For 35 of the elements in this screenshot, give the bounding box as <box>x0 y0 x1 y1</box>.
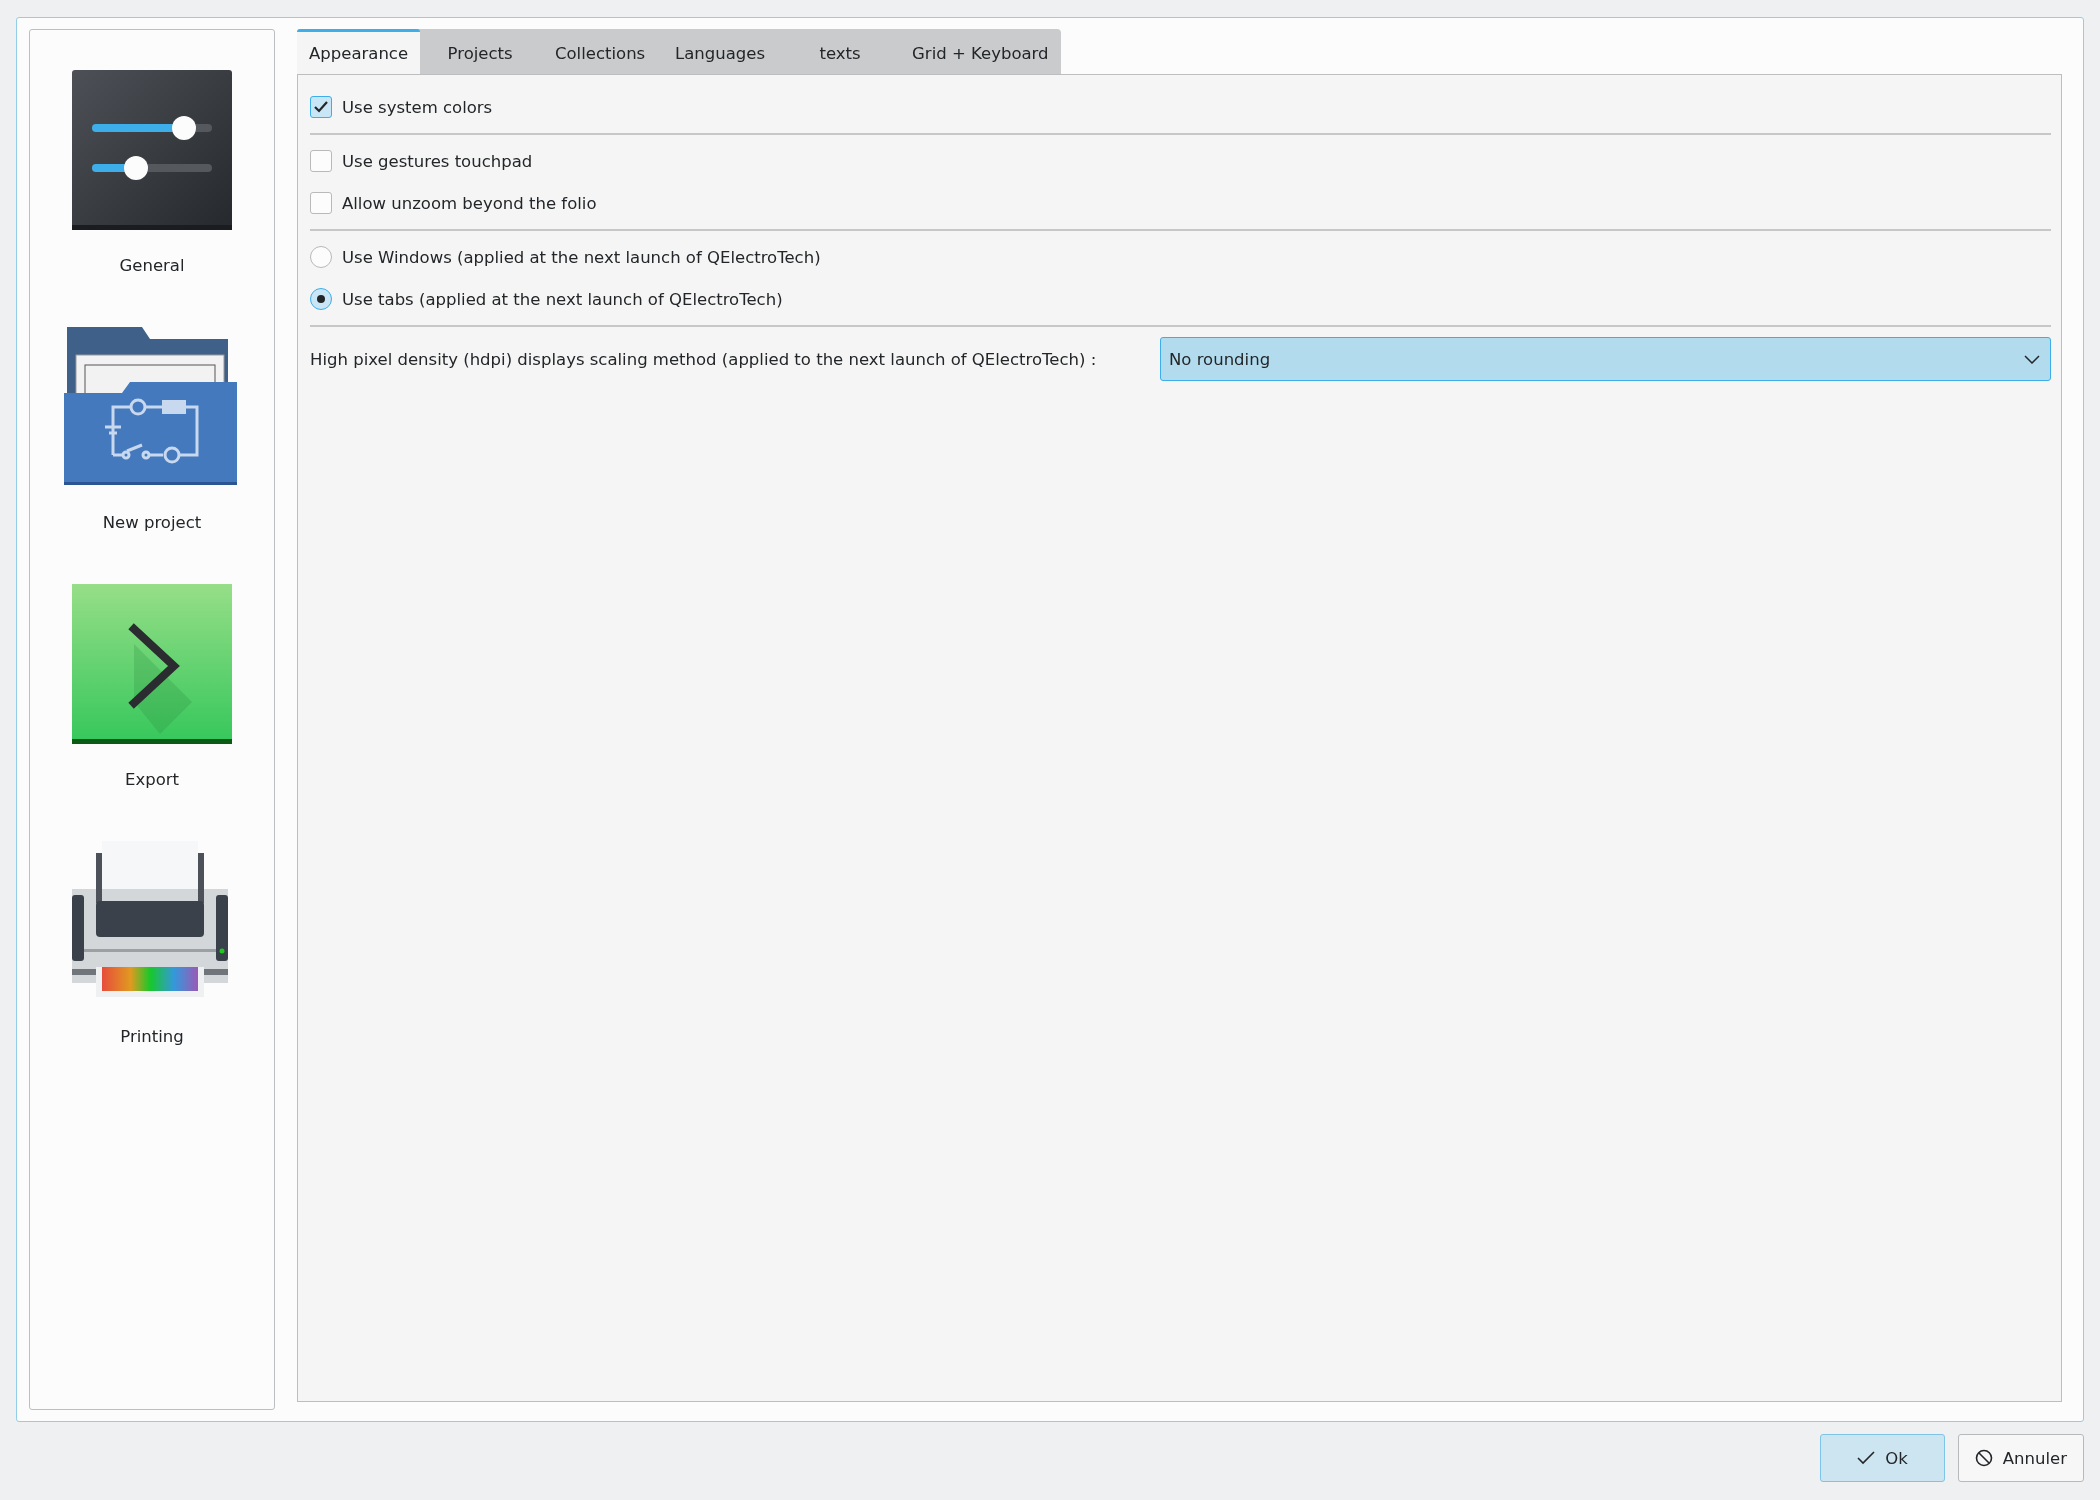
sidebar-item[interactable]: General <box>52 70 252 327</box>
sidebar-item[interactable]: Export <box>52 584 252 841</box>
checkbox-label[interactable]: Allow unzoom beyond the folio <box>342 193 597 213</box>
sidebar-label: Export <box>125 770 179 789</box>
sliders-icon <box>72 70 232 230</box>
cancel-button[interactable]: Annuler <box>1957 1434 2084 1482</box>
chevron-down-icon <box>2024 354 2040 364</box>
scaling-label: High pixel density (hdpi) displays scaling method (applied to the next launch of QElectroTech) : <box>310 349 1098 369</box>
folder-circuit-icon <box>64 327 240 487</box>
tab[interactable]: Languages <box>660 29 781 74</box>
radio-label[interactable]: Use tabs (applied at the next launch of QElectroTech) <box>342 289 783 309</box>
checkbox-label[interactable]: Use system colors <box>342 97 493 117</box>
checkbox[interactable] <box>310 96 332 118</box>
prohibited-icon <box>1974 1449 1993 1467</box>
sidebar-item[interactable]: Printing <box>52 841 252 1098</box>
sidebar-label: General <box>119 256 185 275</box>
sidebar-label: New project <box>102 513 202 532</box>
radio-label[interactable]: Use Windows (applied at the next launch of QElectroTech) <box>342 247 821 267</box>
checkmark-icon <box>1857 1451 1876 1465</box>
tab[interactable]: Grid + Keyboard <box>900 29 1061 74</box>
tab[interactable]: Appearance <box>297 29 421 74</box>
checkmark-icon <box>314 101 328 113</box>
tab[interactable]: Projects <box>420 29 541 74</box>
checkbox[interactable] <box>310 192 332 214</box>
ok-button[interactable]: Ok <box>1820 1434 1945 1482</box>
chevron-icon <box>72 584 232 744</box>
checkbox[interactable] <box>310 150 332 172</box>
radio-button[interactable] <box>310 246 332 268</box>
sidebar-label: Printing <box>120 1027 184 1046</box>
checkbox-label[interactable]: Use gestures touchpad <box>342 151 533 171</box>
tab[interactable]: Collections <box>540 29 661 74</box>
radio-button[interactable] <box>310 288 332 310</box>
tab[interactable]: texts <box>780 29 901 74</box>
scaling-dropdown[interactable]: No rounding <box>1160 337 2051 381</box>
sidebar-item[interactable]: New project <box>52 327 252 584</box>
